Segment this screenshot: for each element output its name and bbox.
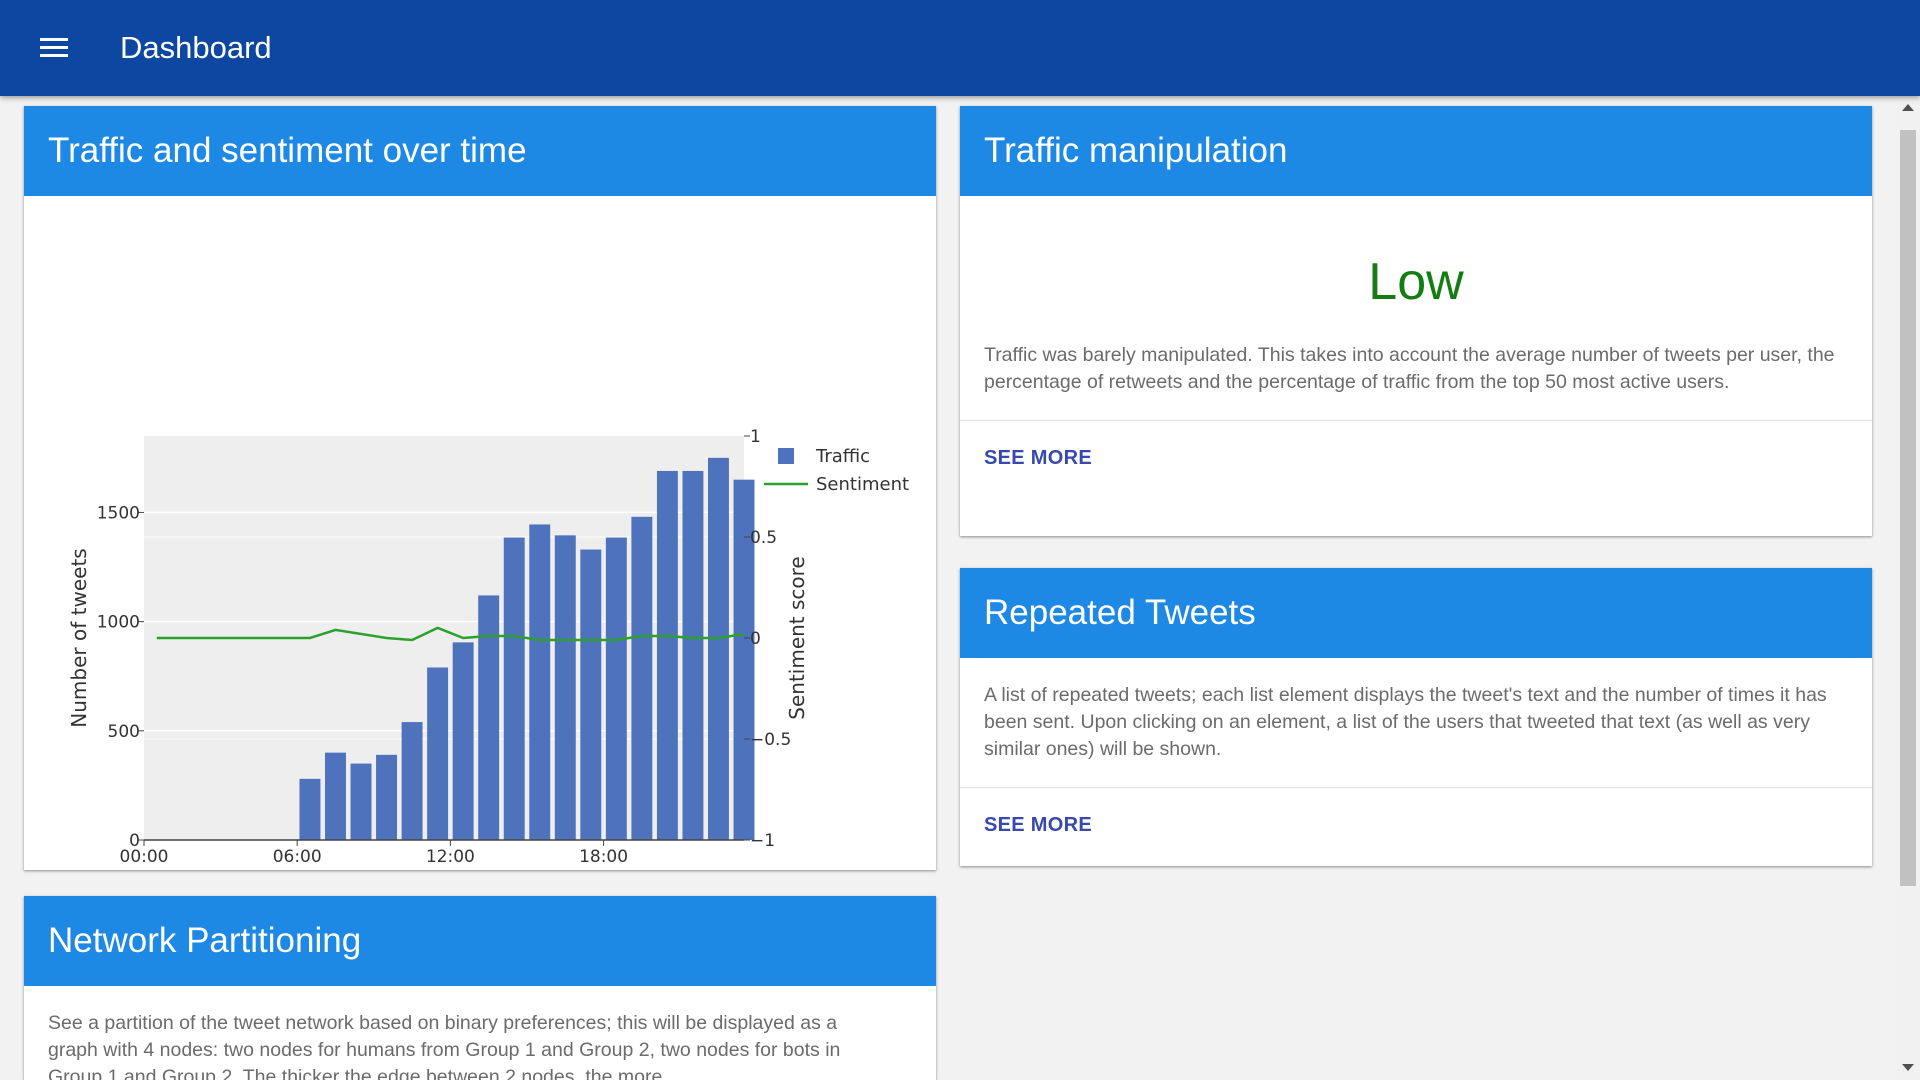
y-tick-label: 1500 xyxy=(97,503,140,523)
scroll-down-arrow-icon[interactable] xyxy=(1902,1064,1914,1071)
x-tick-label: 18:00 xyxy=(579,847,628,867)
scrollbar-thumb[interactable] xyxy=(1900,130,1916,886)
network-partitioning-description: See a partition of the tweet network bas… xyxy=(48,1012,841,1080)
traffic-sentiment-chart: 05001000150010.50−0.5−100:00 06:00 12:00 18… xyxy=(67,427,909,867)
traffic-bar xyxy=(325,752,346,840)
y-tick-label: 1000 xyxy=(97,613,140,633)
traffic-bar xyxy=(376,754,398,840)
y2-tick-label: −0.5 xyxy=(750,730,791,750)
traffic-bar xyxy=(580,549,602,840)
repeated-tweets-card-title: Repeated Tweets xyxy=(960,568,1872,658)
hamburger-menu-icon[interactable] xyxy=(40,36,68,58)
x-tick-label: 06:00 xyxy=(273,847,322,867)
traffic-bar xyxy=(427,667,449,840)
traffic-sentiment-card-title: Traffic and sentiment over time xyxy=(24,106,936,196)
traffic-bar xyxy=(708,457,729,840)
app-title: Dashboard xyxy=(120,30,272,65)
traffic-sentiment-card: Traffic and sentiment over time 0 500 1000… xyxy=(24,106,936,870)
legend-traffic-swatch xyxy=(778,448,794,464)
app-bar: Dashboard xyxy=(0,0,1920,96)
traffic-bar xyxy=(682,470,704,840)
traffic-manipulation-card: Traffic manipulation Low Traffic was bar… xyxy=(960,106,1872,536)
y-axis-title: Number of tweets xyxy=(67,548,91,727)
scroll-up-arrow-icon[interactable] xyxy=(1902,104,1914,111)
x-tick-label: 12:00 xyxy=(426,847,475,867)
traffic-manipulation-card-title: Traffic manipulation xyxy=(960,106,1872,196)
repeated-tweets-card: Repeated Tweets A list of repeated tweet… xyxy=(960,568,1872,866)
repeated-tweets-see-more-button[interactable]: SEE MORE xyxy=(972,788,1104,865)
network-partitioning-card: Network Partitioning See a partition of … xyxy=(24,896,936,1080)
traffic-bar xyxy=(478,595,500,840)
y2-tick-label: 0 xyxy=(750,629,761,649)
traffic-bar xyxy=(452,642,474,840)
y2-tick-label: −1 xyxy=(750,831,775,851)
manipulation-level-value: Low xyxy=(1368,253,1464,311)
y2-tick-label: 1 xyxy=(750,427,761,447)
network-partitioning-card-title: Network Partitioning xyxy=(24,896,936,986)
x-tick-label: 00:00 xyxy=(120,847,169,867)
manipulation-see-more-button[interactable]: SEE MORE xyxy=(972,421,1104,498)
traffic-bar xyxy=(401,722,423,840)
y-tick-label: 500 xyxy=(108,722,140,742)
traffic-bar xyxy=(299,778,321,840)
repeated-tweets-description: A list of repeated tweets; each list ele… xyxy=(984,684,1827,760)
legend-traffic-label: Traffic xyxy=(815,446,870,467)
y2-axis-title: Sentiment score xyxy=(785,556,809,719)
traffic-bar xyxy=(656,470,678,840)
legend-sentiment-label: Sentiment xyxy=(816,474,909,495)
traffic-bar xyxy=(350,763,372,840)
traffic-bar xyxy=(631,516,653,840)
traffic-bar xyxy=(554,535,576,840)
traffic-bar xyxy=(503,537,525,840)
traffic-bar xyxy=(529,524,551,840)
manipulation-description: Traffic was barely manipulated. This tak… xyxy=(984,344,1835,393)
y2-tick-label: 0.5 xyxy=(750,528,777,548)
traffic-bar xyxy=(605,537,627,840)
